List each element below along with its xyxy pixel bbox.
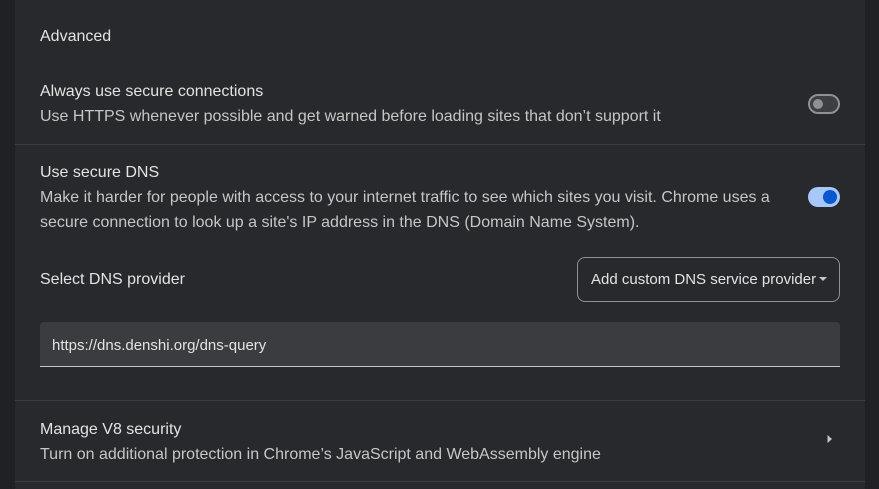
https-first-label: Always use secure connections	[40, 83, 264, 100]
toggle-knob	[813, 99, 823, 109]
settings-card: Advanced Always use secure connections U…	[15, 0, 865, 489]
dns-provider-label: Select DNS provider	[40, 271, 185, 288]
v8-security-row[interactable]: Manage V8 security Turn on additional pr…	[15, 401, 865, 481]
secure-dns-toggle[interactable]	[808, 187, 840, 207]
section-title: Advanced	[40, 28, 112, 45]
v8-security-label: Manage V8 security	[40, 421, 182, 438]
https-first-description: Use HTTPS whenever possible and get warn…	[40, 108, 661, 125]
dns-provider-dropdown[interactable]: Add custom DNS service provider	[577, 257, 840, 302]
secure-dns-row[interactable]: Use secure DNS Make it harder for people…	[15, 145, 865, 240]
divider	[15, 481, 865, 482]
chevron-right-icon	[827, 435, 832, 443]
v8-security-description: Turn on additional protection in Chrome’…	[40, 446, 601, 463]
https-first-row[interactable]: Always use secure connections Use HTTPS …	[15, 70, 865, 144]
toggle-knob	[823, 190, 837, 204]
secure-dns-label: Use secure DNS	[40, 164, 160, 181]
custom-dns-value: https://dns.denshi.org/dns-query	[52, 337, 267, 354]
caret-down-icon	[819, 277, 827, 281]
custom-dns-input[interactable]: https://dns.denshi.org/dns-query	[40, 322, 840, 367]
secure-dns-description: Make it harder for people with access to…	[40, 189, 770, 231]
dns-provider-selected: Add custom DNS service provider	[591, 271, 817, 288]
https-first-toggle[interactable]	[808, 94, 840, 114]
